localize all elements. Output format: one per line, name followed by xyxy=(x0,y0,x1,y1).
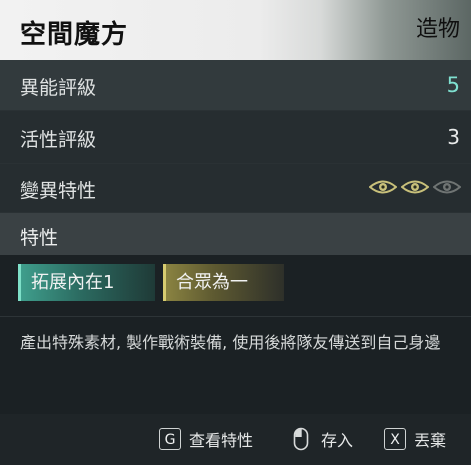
stat-label: 活性評級 xyxy=(20,129,97,151)
store-action[interactable]: 存入 xyxy=(293,427,353,451)
stat-label: 變異特性 xyxy=(20,180,97,202)
item-header: 空間魔方 造物 xyxy=(0,0,471,60)
stat-row-ability-grade: 異能評級 5 xyxy=(0,60,471,111)
view-traits-label: 查看特性 xyxy=(189,431,254,450)
drop-label: 丟棄 xyxy=(414,431,447,450)
view-traits-action[interactable]: G 查看特性 xyxy=(159,427,253,451)
item-type-label: 造物 xyxy=(415,17,460,42)
trait-chip-expand-inner[interactable]: 拓展內在1 xyxy=(18,264,155,301)
eye-icon-active xyxy=(369,180,397,194)
eye-icon-inactive xyxy=(433,180,461,194)
item-detail-panel: 空間魔方 造物 異能評級 5 活性評級 3 變異特性 特性 拓展內在1 合眾為一… xyxy=(0,0,471,465)
eye-icon-active xyxy=(401,180,429,194)
store-label: 存入 xyxy=(321,431,354,450)
stat-value: 3 xyxy=(447,125,460,149)
traits-section-header: 特性 xyxy=(0,213,471,255)
key-g-icon: G xyxy=(159,428,181,450)
drop-action[interactable]: X 丟棄 xyxy=(384,427,446,451)
action-bar: G 查看特性 存入 X 丟棄 xyxy=(0,414,471,465)
divider xyxy=(0,316,471,317)
mouse-icon xyxy=(293,427,309,451)
key-x-icon: X xyxy=(384,428,406,450)
traits-section-label: 特性 xyxy=(20,227,59,249)
stat-row-mutation-traits: 變異特性 xyxy=(0,164,471,213)
mutation-eye-rating xyxy=(369,179,461,195)
trait-chip-list: 拓展內在1 合眾為一 xyxy=(18,264,284,301)
stat-value: 5 xyxy=(446,73,460,97)
stat-row-activity-grade: 活性評級 3 xyxy=(0,111,471,164)
stat-label: 異能評級 xyxy=(20,77,97,99)
item-title: 空間魔方 xyxy=(20,20,129,50)
item-description: 產出特殊素材, 製作戰術裝備, 使用後將隊友傳送到自己身邊 xyxy=(20,333,441,352)
trait-chip-unity[interactable]: 合眾為一 xyxy=(163,264,284,301)
